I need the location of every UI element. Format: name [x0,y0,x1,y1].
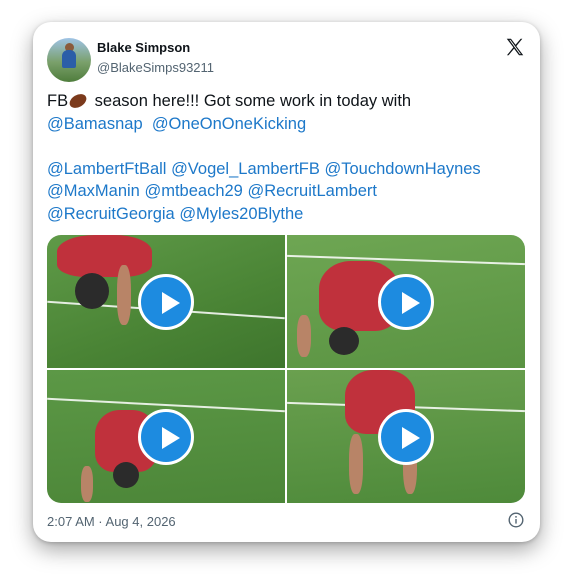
video-thumbnail[interactable] [47,235,285,368]
mention-link[interactable]: @Myles20Blythe [179,205,303,223]
mention-link[interactable]: @mtbeach29 [144,182,242,200]
football-emoji-icon [67,91,89,111]
text-prefix: FB [47,92,69,110]
author-handle[interactable]: @BlakeSimps93211 [97,60,214,75]
video-thumbnail[interactable] [287,370,525,503]
mention-link[interactable]: @TouchdownHaynes [325,160,481,178]
play-icon[interactable] [378,273,434,330]
video-thumbnail[interactable] [47,370,285,503]
mention-link[interactable]: @Vogel_LambertFB [171,160,320,178]
play-icon[interactable] [138,408,194,465]
mention-link[interactable]: @OneOnOneKicking [152,115,306,133]
mention-link[interactable]: @MaxManin [47,182,140,200]
mention-link[interactable]: @Bamasnap [47,115,143,133]
mention-link[interactable]: @RecruitGeorgia [47,205,175,223]
video-thumbnail[interactable] [287,235,525,368]
text-body: season here!!! Got some work in today wi… [90,92,412,110]
tweet-card: Blake Simpson @BlakeSimps93211 FB season… [33,22,540,542]
mention-link[interactable]: @RecruitLambert [247,182,377,200]
author-name[interactable]: Blake Simpson [97,40,190,55]
play-icon[interactable] [378,408,434,465]
media-grid [47,235,525,503]
info-icon[interactable] [508,512,524,528]
mention-link[interactable]: @LambertFtBall [47,160,166,178]
timestamp[interactable]: 2:07 AM · Aug 4, 2026 [47,514,176,529]
tweet-text: FB season here!!! Got some work in today… [47,90,532,225]
avatar[interactable] [47,38,91,82]
play-icon[interactable] [138,273,194,330]
x-logo-icon[interactable] [504,36,526,58]
